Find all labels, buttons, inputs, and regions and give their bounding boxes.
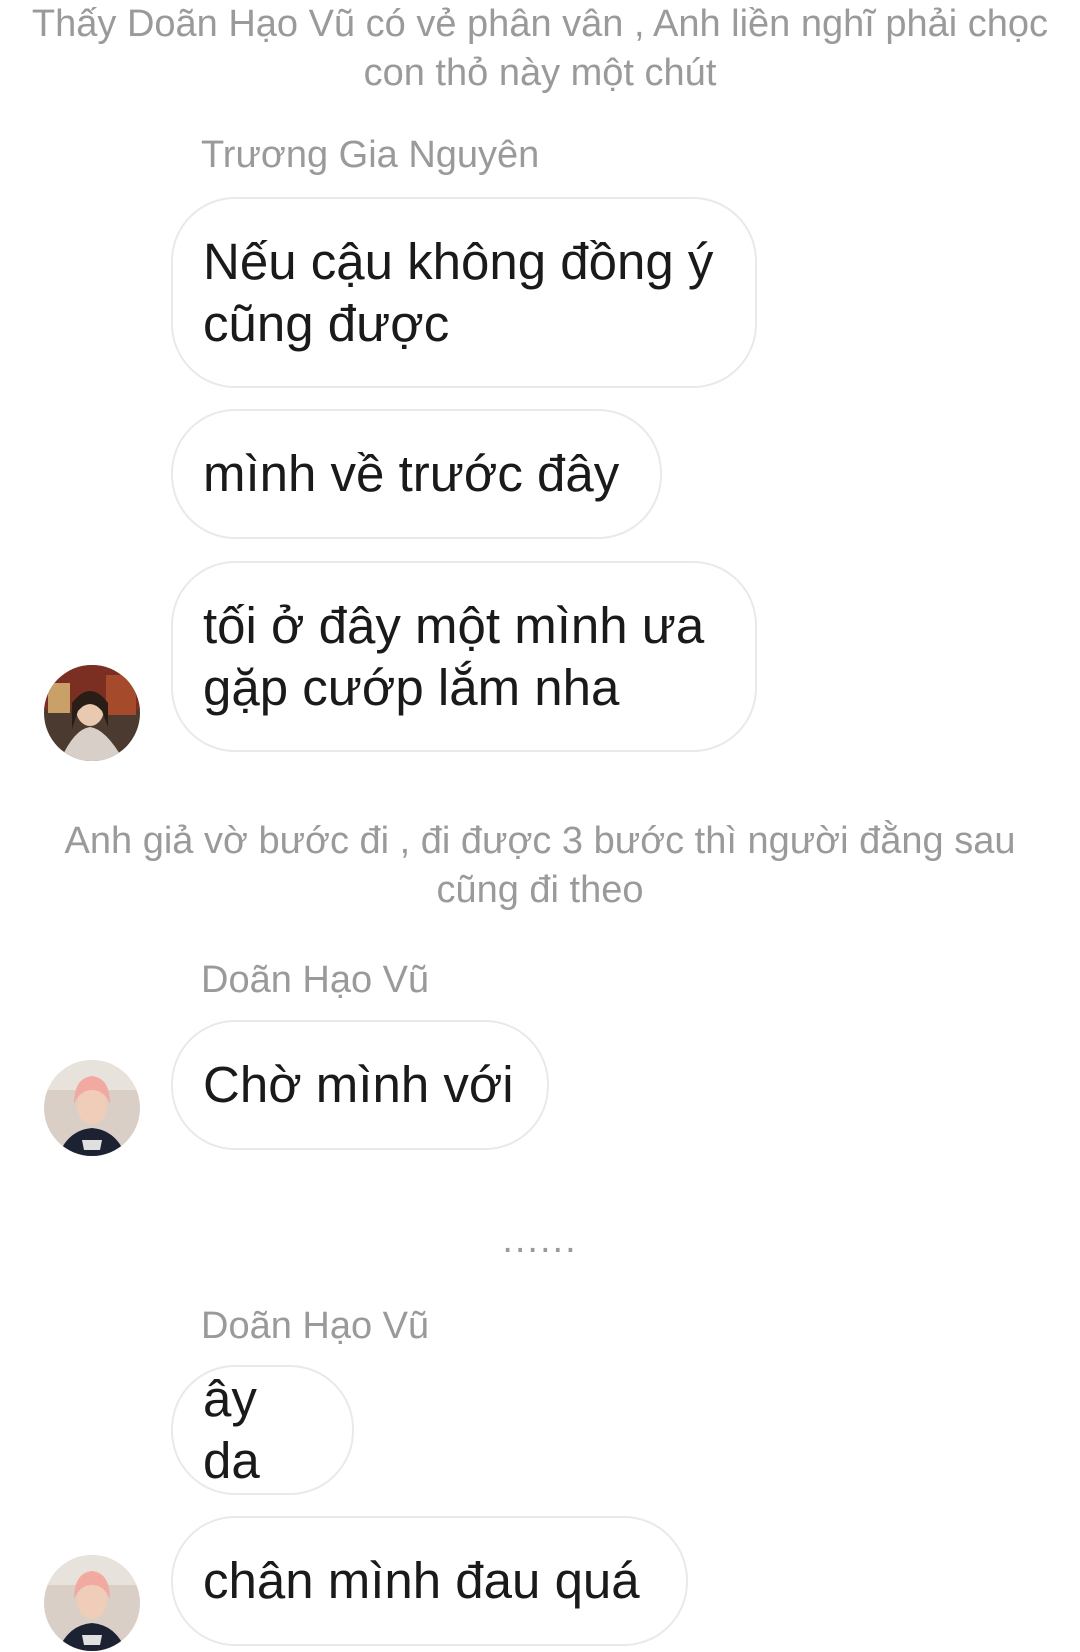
sender-name: Doãn Hạo Vũ [201,959,430,1001]
avatar-image [44,665,140,761]
avatar-image [44,1555,140,1651]
message-bubble[interactable]: Nếu cậu không đồng ý cũng được [171,197,757,388]
sender-name: Trương Gia Nguyên [201,134,540,176]
message-bubble[interactable]: Chờ mình với [171,1020,549,1150]
avatar[interactable] [44,1060,140,1156]
message-bubble[interactable]: mình về trước đây [171,409,662,539]
message-bubble[interactable]: tối ở đây một mình ưa gặp cướp lắm nha [171,561,757,752]
avatar[interactable] [44,665,140,761]
message-text: tối ở đây một mình ưa gặp cướp lắm nha [203,596,705,716]
message-text: Nếu cậu không đồng ý cũng được [203,232,714,352]
message-bubble[interactable]: ây da [171,1365,354,1495]
message-text: mình về trước đây [203,445,620,502]
narration-text: Anh giả vờ bước đi , đi được 3 bước thì … [64,820,1016,911]
message-bubble[interactable]: chân mình đau quá [171,1516,688,1646]
message-text: Chờ mình với [203,1056,514,1113]
sender-name: Doãn Hạo Vũ [201,1305,430,1347]
message-text: chân mình đau quá [203,1552,640,1609]
scene-break-ellipsis: ...... [502,1219,578,1261]
avatar[interactable] [44,1555,140,1651]
avatar-image [44,1060,140,1156]
message-text: ây da [203,1370,260,1489]
narration-text: Thấy Doãn Hạo Vũ có vẻ phân vân , Anh li… [31,3,1049,94]
